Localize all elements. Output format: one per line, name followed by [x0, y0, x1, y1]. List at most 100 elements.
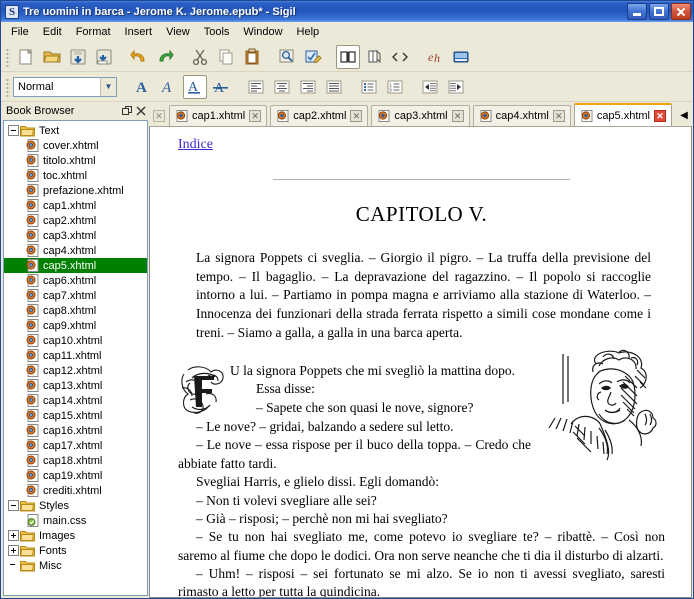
- tree-folder-text[interactable]: Text: [4, 123, 147, 138]
- menu-window[interactable]: Window: [236, 24, 289, 40]
- menu-tools[interactable]: Tools: [197, 24, 237, 40]
- expander-plus-icon[interactable]: [8, 545, 19, 556]
- menu-file[interactable]: File: [4, 24, 36, 40]
- tree-file-cap18-xhtml[interactable]: cap18.xhtml: [4, 453, 147, 468]
- tab-close-button[interactable]: ✕: [249, 110, 262, 122]
- tab-close-button[interactable]: ✕: [350, 110, 363, 122]
- decrease-indent-button[interactable]: [418, 75, 442, 99]
- folder-icon: [20, 125, 35, 137]
- maximize-button[interactable]: [649, 3, 669, 20]
- close-button[interactable]: [671, 3, 691, 20]
- tree-file-cover-xhtml[interactable]: cover.xhtml: [4, 138, 147, 153]
- bullet-list-button[interactable]: [357, 75, 381, 99]
- find-replace-button[interactable]: [275, 45, 299, 69]
- tree-file-titolo-xhtml[interactable]: titolo.xhtml: [4, 153, 147, 168]
- tree-file-cap12-xhtml[interactable]: cap12.xhtml: [4, 363, 147, 378]
- book-view-button[interactable]: [336, 44, 360, 69]
- split-view-button[interactable]: [362, 45, 386, 69]
- tree-file-prefazione-xhtml[interactable]: prefazione.xhtml: [4, 183, 147, 198]
- undo-button[interactable]: [127, 45, 151, 69]
- menu-format[interactable]: Format: [69, 24, 118, 40]
- tree-file-cap4-xhtml[interactable]: cap4.xhtml: [4, 243, 147, 258]
- copy-button[interactable]: [214, 45, 238, 69]
- format-toolbar-grip[interactable]: [5, 76, 10, 97]
- align-left-button[interactable]: [244, 75, 268, 99]
- tree-file-cap7-xhtml[interactable]: cap7.xhtml: [4, 288, 147, 303]
- open-file-button[interactable]: [40, 45, 64, 69]
- menu-insert[interactable]: Insert: [118, 24, 160, 40]
- tree-file-cap5-xhtml[interactable]: cap5.xhtml: [4, 258, 147, 273]
- tree-item-label: cap2.xhtml: [43, 214, 97, 227]
- tree-file-cap17-xhtml[interactable]: cap17.xhtml: [4, 438, 147, 453]
- book-view-page[interactable]: Indice CAPITOLO V. La signora Poppets ci…: [149, 126, 692, 598]
- tree-item-label: cap12.xhtml: [43, 364, 103, 377]
- chevron-down-icon[interactable]: ▼: [100, 77, 116, 96]
- redo-button[interactable]: [153, 45, 177, 69]
- close-icon[interactable]: [134, 104, 148, 118]
- menu-help[interactable]: Help: [290, 24, 327, 40]
- tree-file-cap3-xhtml[interactable]: cap3.xhtml: [4, 228, 147, 243]
- align-right-button[interactable]: [296, 75, 320, 99]
- expander-plus-icon[interactable]: [8, 530, 19, 541]
- tree-file-cap10-xhtml[interactable]: cap10.xhtml: [4, 333, 147, 348]
- tree-file-main-css[interactable]: main.css: [4, 513, 147, 528]
- spellcheck-button[interactable]: [301, 45, 325, 69]
- minimize-button[interactable]: [627, 3, 647, 20]
- tree-file-cap16-xhtml[interactable]: cap16.xhtml: [4, 423, 147, 438]
- tab-cap3-xhtml[interactable]: cap3.xhtml ✕: [371, 105, 470, 126]
- paste-button[interactable]: [240, 45, 264, 69]
- tab-cap2-xhtml[interactable]: cap2.xhtml ✕: [270, 105, 369, 126]
- expander-minus-icon[interactable]: [8, 500, 19, 511]
- tree-folder-styles[interactable]: Styles: [4, 498, 147, 513]
- tab-cap4-xhtml[interactable]: cap4.xhtml ✕: [472, 105, 571, 126]
- tree-file-cap11-xhtml[interactable]: cap11.xhtml: [4, 348, 147, 363]
- tree-folder-fonts[interactable]: Fonts: [4, 543, 147, 558]
- tree-folder-images[interactable]: Images: [4, 528, 147, 543]
- tab-cap1-xhtml[interactable]: cap1.xhtml ✕: [169, 105, 268, 126]
- tree-file-cap13-xhtml[interactable]: cap13.xhtml: [4, 378, 147, 393]
- preview-button[interactable]: [449, 45, 473, 69]
- tab-close-button[interactable]: ✕: [552, 110, 565, 122]
- align-justify-button[interactable]: [322, 75, 346, 99]
- tree-file-cap8-xhtml[interactable]: cap8.xhtml: [4, 303, 147, 318]
- tab-overflow-close-button[interactable]: ✕: [153, 110, 165, 122]
- paragraph-1: U la signora Poppets che mi svegliò la …: [230, 363, 515, 379]
- window-title: Tre uomini in barca - Jerome K. Jerome.e…: [23, 5, 296, 18]
- special-character-button[interactable]: eh: [423, 45, 447, 69]
- tree-file-cap6-xhtml[interactable]: cap6.xhtml: [4, 273, 147, 288]
- toolbar-grip[interactable]: [5, 46, 10, 67]
- index-link[interactable]: Indice: [178, 137, 213, 152]
- tree-file-crediti-xhtml[interactable]: crediti.xhtml: [4, 483, 147, 498]
- undock-icon[interactable]: [120, 104, 134, 118]
- tree-file-cap15-xhtml[interactable]: cap15.xhtml: [4, 408, 147, 423]
- tree-file-cap9-xhtml[interactable]: cap9.xhtml: [4, 318, 147, 333]
- save-as-button[interactable]: [92, 45, 116, 69]
- strikethrough-button[interactable]: A: [209, 75, 233, 99]
- tree-file-cap2-xhtml[interactable]: cap2.xhtml: [4, 213, 147, 228]
- paragraph-style-select[interactable]: Normal ▼: [13, 76, 117, 97]
- tab-cap5-xhtml[interactable]: cap5.xhtml ✕: [573, 103, 673, 126]
- italic-button[interactable]: A: [157, 75, 181, 99]
- bold-button[interactable]: A: [131, 75, 155, 99]
- book-browser-tree[interactable]: Text cover.xhtml titolo.xhtml toc.xhtml pref…: [3, 120, 148, 596]
- tree-folder-misc[interactable]: Misc: [4, 558, 147, 573]
- code-view-button[interactable]: [388, 45, 412, 69]
- new-file-button[interactable]: [14, 45, 38, 69]
- underline-button[interactable]: A: [183, 74, 207, 99]
- tab-close-button[interactable]: ✕: [451, 110, 464, 122]
- tree-file-toc-xhtml[interactable]: toc.xhtml: [4, 168, 147, 183]
- save-button[interactable]: [66, 45, 90, 69]
- xhtml-file-icon: [26, 244, 39, 257]
- cut-button[interactable]: [188, 45, 212, 69]
- numbered-list-button[interactable]: 123: [383, 75, 407, 99]
- tab-close-button[interactable]: ✕: [654, 109, 667, 122]
- align-center-button[interactable]: [270, 75, 294, 99]
- menu-edit[interactable]: Edit: [36, 24, 69, 40]
- expander-minus-icon[interactable]: [8, 125, 19, 136]
- tree-file-cap1-xhtml[interactable]: cap1.xhtml: [4, 198, 147, 213]
- tree-file-cap19-xhtml[interactable]: cap19.xhtml: [4, 468, 147, 483]
- increase-indent-button[interactable]: [444, 75, 468, 99]
- menu-view[interactable]: View: [159, 24, 197, 40]
- tab-scroll-left-button[interactable]: ◀: [676, 104, 692, 126]
- tree-file-cap14-xhtml[interactable]: cap14.xhtml: [4, 393, 147, 408]
